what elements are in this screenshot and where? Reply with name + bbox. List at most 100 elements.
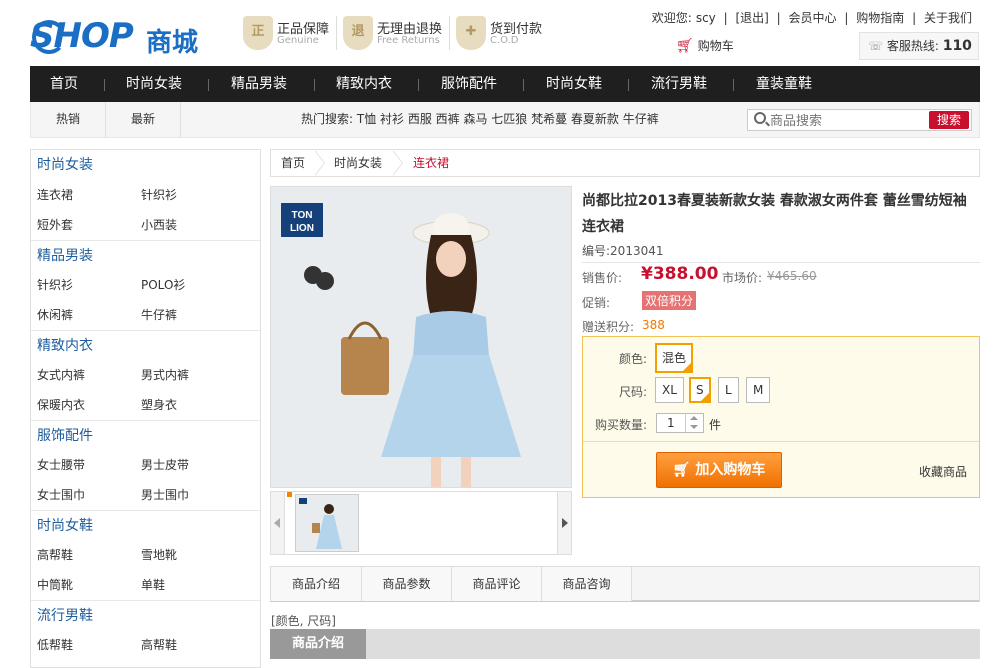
category-link[interactable]: 女士围巾 [37, 480, 85, 510]
category-link[interactable]: POLO衫 [141, 270, 185, 300]
nav-item-accessories[interactable]: 服饰配件 [441, 66, 497, 102]
breadcrumb-current: 连衣裙 [413, 156, 450, 170]
product-thumbnail[interactable] [295, 494, 359, 552]
search-button[interactable]: 搜索 [929, 111, 969, 129]
quantity-value[interactable]: 1 [667, 416, 675, 430]
color-label: 颜色: [618, 352, 647, 366]
promo-label: 促销: [582, 296, 611, 310]
badge-cod: ✚ 货到付款 C.O.D [456, 16, 546, 52]
category-link[interactable]: 塑身衣 [141, 390, 177, 420]
search-icon [754, 112, 766, 124]
nav-item-womens-shoes[interactable]: 时尚女鞋 [546, 66, 602, 102]
nav-item-kids[interactable]: 童装童鞋 [756, 66, 812, 102]
quantity-label: 购买数量: [594, 418, 647, 432]
quantity-stepper[interactable]: 1 [656, 413, 704, 433]
active-thumb-marker [287, 492, 292, 497]
category-link[interactable]: 低帮鞋 [37, 630, 73, 660]
category-link[interactable]: 男式内裤 [141, 360, 189, 390]
category-link[interactable]: 女式内裤 [37, 360, 85, 390]
category-title[interactable]: 时尚女装 [31, 150, 260, 180]
breadcrumb: 首页 时尚女装 连衣裙 [270, 149, 980, 177]
shop-logo[interactable]: SHOP 商城 [30, 16, 210, 60]
detail-tabs: 商品介绍 商品参数 商品评论 商品咨询 [270, 566, 980, 602]
category-link[interactable]: 牛仔裤 [141, 300, 177, 330]
category-link[interactable]: 中筒靴 [37, 570, 73, 600]
nav-item-home[interactable]: 首页 [50, 66, 78, 102]
promo-tag: 双倍积分 [642, 291, 697, 310]
genuine-shield-icon: 正 [243, 16, 273, 50]
category-link[interactable]: 小西装 [141, 210, 177, 240]
category-link[interactable]: 保暖内衣 [37, 390, 85, 420]
thumb-prev-icon[interactable] [271, 492, 285, 554]
size-option-s[interactable]: S [689, 377, 711, 403]
category-title[interactable]: 服饰配件 [31, 420, 260, 450]
tab-consult[interactable]: 商品咨询 [542, 567, 632, 601]
breadcrumb-category[interactable]: 时尚女装 [334, 150, 382, 176]
category-link[interactable]: 连衣裙 [37, 180, 73, 210]
category-group: 精致内衣 女式内裤 男式内裤 保暖内衣 塑身衣 [31, 330, 260, 420]
sale-price: ¥388.00 [641, 264, 719, 284]
category-link[interactable]: 针织衫 [141, 180, 177, 210]
nav-item-mens-shoes[interactable]: 流行男鞋 [651, 66, 707, 102]
username-link[interactable]: scy [696, 11, 716, 25]
search-input[interactable] [770, 110, 930, 130]
breadcrumb-home[interactable]: 首页 [281, 150, 305, 176]
purchase-options: 颜色: 混色 尺码: XL S L M 购买数量: 1 件 🛒︎ 加入购物车 收… [582, 336, 980, 498]
shopping-guide-link[interactable]: 购物指南 [856, 11, 904, 25]
quantity-spinner-icon[interactable] [685, 414, 703, 432]
category-link[interactable]: 高帮鞋 [37, 540, 73, 570]
category-link[interactable]: 针织衫 [37, 270, 73, 300]
color-option-mixed[interactable]: 混色 [655, 343, 694, 373]
category-title[interactable]: 精品男装 [31, 240, 260, 270]
shopping-cart-icon: 🛒︎ [676, 38, 694, 54]
search-box: 搜索 [747, 109, 972, 131]
product-code: 编号:2013041 [582, 242, 664, 259]
cart-label: 购物车 [697, 39, 734, 53]
product-code-label: 编号: [582, 244, 611, 258]
return-shield-icon: 退 [343, 16, 373, 50]
category-link[interactable]: 男士皮带 [141, 450, 189, 480]
size-option-l[interactable]: L [718, 377, 739, 403]
favorite-link[interactable]: 收藏商品 [919, 463, 967, 480]
about-us-link[interactable]: 关于我们 [924, 11, 972, 25]
logout-link[interactable]: [退出] [735, 11, 768, 25]
brand-logo-line2: LION [290, 223, 314, 234]
nav-item-lingerie[interactable]: 精致内衣 [336, 66, 392, 102]
category-link[interactable]: 单鞋 [141, 570, 165, 600]
tab-intro[interactable]: 商品介绍 [271, 567, 362, 601]
nav-item-womens[interactable]: 时尚女装 [126, 66, 182, 102]
top-links: 欢迎您: scy | [退出] | 会员中心 | 购物指南 | 关于我们 [651, 11, 972, 25]
member-center-link[interactable]: 会员中心 [789, 11, 837, 25]
thumb-next-icon[interactable] [557, 492, 571, 554]
market-price: ¥465.60 [767, 269, 817, 283]
category-link[interactable]: 雪地靴 [141, 540, 177, 570]
category-group: 流行男鞋 低帮鞋 高帮鞋 [31, 600, 260, 660]
category-title[interactable]: 时尚女鞋 [31, 510, 260, 540]
product-code-value: 2013041 [610, 244, 664, 258]
add-to-cart-button[interactable]: 🛒︎ 加入购物车 [656, 452, 782, 488]
category-title[interactable]: 流行男鞋 [31, 600, 260, 630]
size-label: 尺码: [618, 385, 647, 399]
phone-icon: ☏ [868, 39, 887, 53]
size-option-xl[interactable]: XL [655, 377, 684, 403]
hot-search-keywords[interactable]: 热门搜索: T恤 衬衫 西服 西裤 森马 七匹狼 梵希蔓 春夏新款 牛仔裤 [301, 102, 659, 137]
category-link[interactable]: 短外套 [37, 210, 73, 240]
nav-item-mens[interactable]: 精品男装 [231, 66, 287, 102]
quantity-unit: 件 [709, 418, 722, 432]
badge-genuine: 正 正品保障 Genuine [243, 16, 338, 52]
cart-link[interactable]: 🛒︎ 购物车 [676, 37, 734, 54]
category-link[interactable]: 高帮鞋 [141, 630, 177, 660]
category-link[interactable]: 休闲裤 [37, 300, 73, 330]
tab-hot[interactable]: 热销 [31, 102, 106, 137]
size-option-m[interactable]: M [746, 377, 771, 403]
tab-params[interactable]: 商品参数 [362, 567, 452, 601]
tab-new[interactable]: 最新 [106, 102, 181, 137]
category-link[interactable]: 男士围巾 [141, 480, 189, 510]
hotline-number: 110 [942, 38, 972, 54]
add-to-cart-label: 加入购物车 [695, 462, 766, 478]
category-link[interactable]: 女士腰带 [37, 450, 85, 480]
market-price-label: 市场价: [722, 271, 763, 285]
tab-reviews[interactable]: 商品评论 [452, 567, 542, 601]
product-main-image[interactable]: TON LION [270, 186, 572, 488]
category-title[interactable]: 精致内衣 [31, 330, 260, 360]
